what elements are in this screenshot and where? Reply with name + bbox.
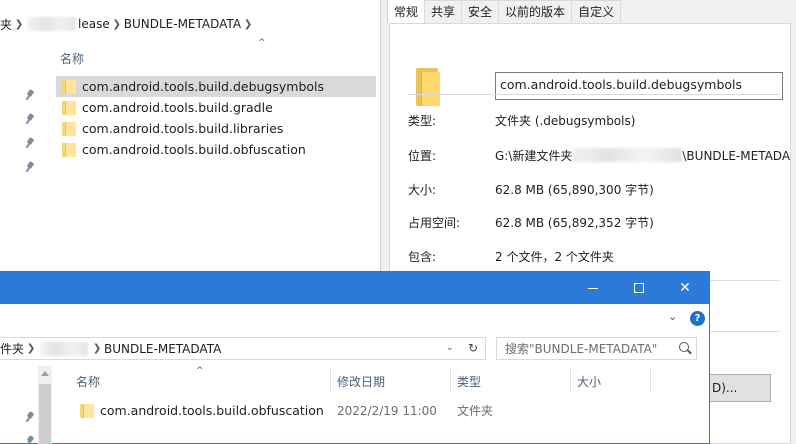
quick-access-pins [25,412,35,444]
column-header-type[interactable]: 类型 [457,373,481,390]
column-divider[interactable] [570,367,571,393]
folder-icon [62,121,76,136]
folder-icon [62,79,76,94]
breadcrumb-redacted [40,341,89,356]
list-item-label: com.android.tools.build.gradle [82,100,273,115]
breadcrumb-chevron-icon[interactable]: ❯ [110,19,124,30]
breadcrumb-chevron-icon[interactable]: ❯ [90,343,104,354]
expand-ribbon-icon[interactable]: ⌄ [668,310,677,323]
address-bar[interactable]: 件夹 ❯ ❯ BUNDLE-METADATA ⌄ ↻ [0,337,486,360]
column-divider[interactable] [330,367,331,393]
ribbon-bar: ⌄ ? [0,304,709,334]
breadcrumb-part[interactable]: lease [78,17,110,31]
tab-general[interactable]: 常规 [387,0,426,23]
location-prefix: G:\新建文件夹 [495,149,573,163]
breadcrumb-part[interactable]: 件夹 [0,340,24,357]
file-list: com.android.tools.build.debugsymbols com… [56,76,376,160]
advanced-button[interactable]: D)... [705,374,771,402]
disk-size-value: 62.8 MB (65,892,352 字节) [495,216,654,230]
pin-icon [25,436,35,444]
location-suffix: \BUNDLE-METADA [682,149,791,163]
folder-name-field[interactable]: com.android.tools.build.debugsymbols [495,72,783,100]
properties-tabs: 常规 共享 安全 以前的版本 自定义 [387,0,622,23]
location-label: 位置: [408,149,437,163]
row-name: com.android.tools.build.obfuscation [100,403,324,418]
contains-label: 包含: [408,250,437,264]
contains-value: 2 个文件，2 个文件夹 [495,250,614,264]
location-value: G:\新建文件夹 \BUNDLE-METADA [495,147,790,164]
minimize-button[interactable] [570,272,616,304]
type-label: 类型: [408,114,437,128]
title-bar[interactable]: ✕ [0,272,709,304]
tab-security[interactable]: 安全 [461,0,500,22]
search-icon[interactable] [679,342,689,352]
breadcrumb-redacted [28,17,77,31]
help-icon[interactable]: ? [690,311,705,326]
location-redacted [572,148,683,162]
list-item-label: com.android.tools.build.libraries [82,121,284,136]
pin-icon [25,90,35,100]
list-item[interactable]: com.android.tools.build.libraries [56,118,376,139]
type-value: 文件夹 (.debugsymbols) [495,114,636,128]
list-item-label: com.android.tools.build.debugsymbols [82,79,325,94]
folder-icon [62,142,76,157]
minimize-icon [588,287,598,289]
tab-sharing[interactable]: 共享 [424,0,463,22]
quick-access-pins [25,90,35,186]
breadcrumb-current[interactable]: BUNDLE-METADATA [104,342,221,356]
column-divider[interactable] [650,367,651,393]
table-row[interactable]: com.android.tools.build.obfuscation 2022… [74,400,634,421]
close-icon: ✕ [679,280,691,296]
column-divider[interactable] [450,367,451,393]
folder-icon [80,403,94,418]
pin-icon [25,114,35,124]
breadcrumb-part[interactable]: 夹 [0,16,12,33]
breadcrumb-chevron-icon[interactable]: ❯ [12,19,26,30]
search-placeholder: 搜索"BUNDLE-METADATA" [505,342,658,356]
front-explorer-window: ✕ ⌄ ? 件夹 ❯ ❯ BUNDLE-METADATA ⌄ ↻ 搜索"BUND… [0,271,710,444]
column-header-name[interactable]: 名称 [76,373,100,390]
scrollbar-thumb[interactable] [39,384,51,444]
folder-icon [62,100,76,115]
maximize-button[interactable] [616,272,662,304]
folder-icon [416,66,440,106]
list-item[interactable]: com.android.tools.build.gradle [56,97,376,118]
breadcrumb-current[interactable]: BUNDLE-METADATA [124,17,241,31]
pin-icon [25,162,35,172]
column-header-name[interactable]: 名称 [60,50,84,67]
column-header-size[interactable]: 大小 [577,373,601,390]
tab-customize[interactable]: 自定义 [571,0,622,22]
pin-icon [25,412,35,422]
sort-ascending-icon: ^ [258,38,266,48]
refresh-icon[interactable]: ↻ [468,341,478,355]
maximize-icon [634,283,644,293]
close-button[interactable]: ✕ [662,272,708,304]
address-dropdown-icon[interactable]: ⌄ [446,343,454,353]
pin-icon [25,138,35,148]
disk-size-label: 占用空间: [408,216,461,230]
row-date: 2022/2/19 11:00 [337,403,437,418]
tab-previous-versions[interactable]: 以前的版本 [498,0,573,22]
sort-ascending-icon: ^ [196,366,204,376]
column-header-date[interactable]: 修改日期 [337,373,385,390]
list-item-label: com.android.tools.build.obfuscation [82,142,306,157]
nav-pane-scrollbar[interactable] [38,366,52,444]
back-breadcrumb[interactable]: 夹 ❯ lease ❯ BUNDLE-METADATA ❯ [0,12,255,36]
breadcrumb-chevron-icon[interactable]: ❯ [241,19,255,30]
size-label: 大小: [408,183,437,197]
list-item[interactable]: com.android.tools.build.obfuscation [56,139,376,160]
size-value: 62.8 MB (65,890,300 字节) [495,183,654,197]
search-box[interactable]: 搜索"BUNDLE-METADATA" [496,337,697,360]
row-type: 文件夹 [457,404,494,418]
divider [408,94,780,95]
breadcrumb-chevron-icon[interactable]: ❯ [24,343,38,354]
list-item[interactable]: com.android.tools.build.debugsymbols [56,76,376,97]
scroll-up-icon[interactable] [41,371,49,376]
